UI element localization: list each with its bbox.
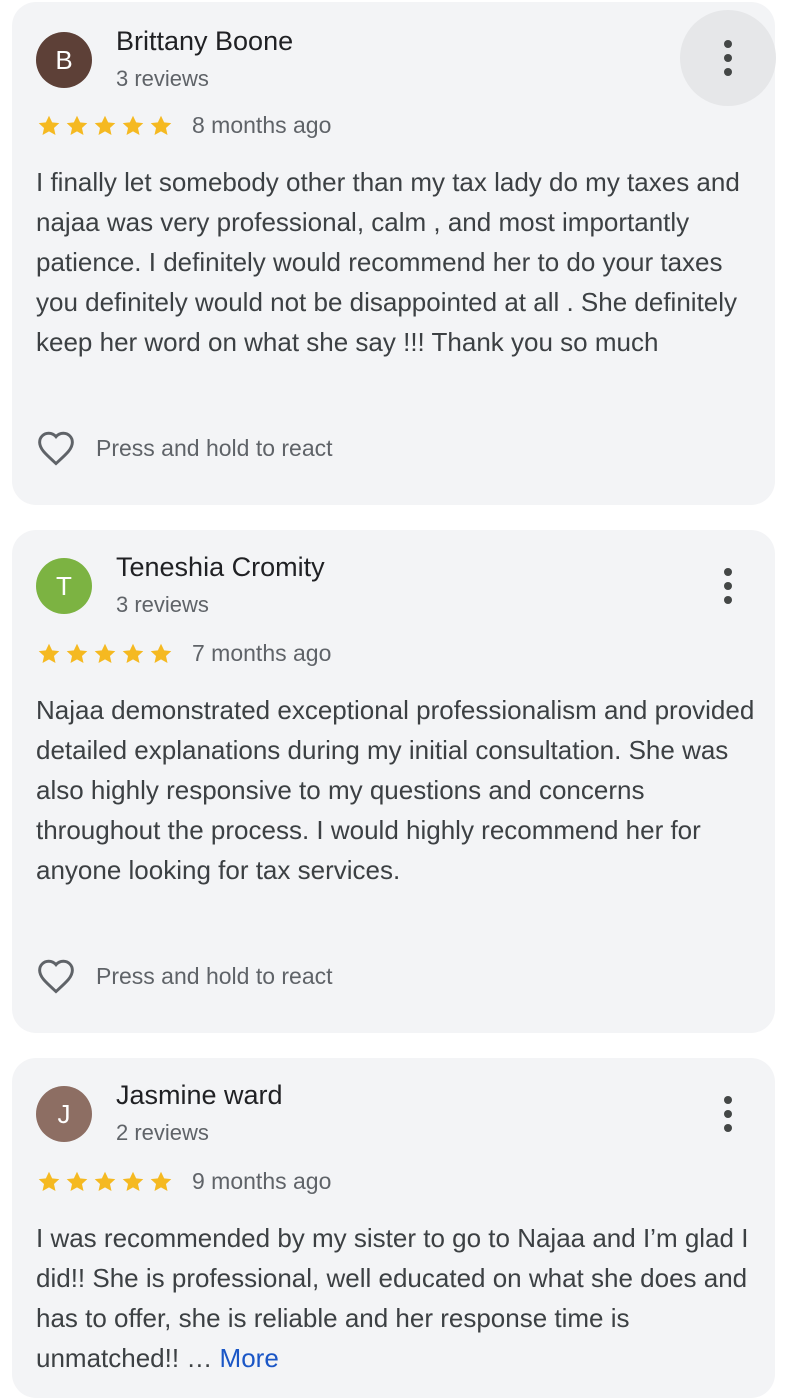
react-button[interactable]: Press and hold to react <box>36 430 333 466</box>
star-icon <box>150 115 172 135</box>
review-card: T Teneshia Cromity 3 reviews 7 months ag… <box>12 530 775 1033</box>
review-text: Najaa demonstrated exceptional professio… <box>36 695 755 885</box>
star-rating: 7 months ago <box>36 640 331 667</box>
star-rating: 9 months ago <box>36 1168 331 1195</box>
star-icon <box>122 1171 144 1191</box>
review-card: J Jasmine ward 2 reviews 9 months ago I … <box>12 1058 775 1398</box>
react-label: Press and hold to react <box>96 434 333 461</box>
review-text-body: I was recommended by my sister to go to … <box>36 1223 749 1373</box>
more-vert-icon <box>724 1096 732 1104</box>
star-icon <box>66 1171 88 1191</box>
stars <box>36 641 176 667</box>
more-options-button[interactable] <box>680 1066 776 1162</box>
more-options-button[interactable] <box>680 10 776 106</box>
reviewer-name[interactable]: Brittany Boone <box>116 26 293 57</box>
review-text: I finally let somebody other than my tax… <box>36 167 740 357</box>
star-icon <box>66 115 88 135</box>
star-rating: 8 months ago <box>36 112 331 139</box>
review-time: 8 months ago <box>192 112 332 138</box>
star-icon <box>94 643 116 663</box>
stars <box>36 1169 176 1195</box>
reviewer-review-count: 3 reviews <box>116 592 209 617</box>
reviewer-name[interactable]: Teneshia Cromity <box>116 552 325 583</box>
stars <box>36 113 176 139</box>
star-icon <box>38 643 60 663</box>
review-card: B Brittany Boone 3 reviews 8 months ago … <box>12 2 776 505</box>
more-vert-icon <box>724 568 732 576</box>
more-options-button[interactable] <box>680 538 776 634</box>
react-button[interactable]: Press and hold to react <box>36 958 333 994</box>
star-icon <box>122 643 144 663</box>
reviewer-review-count: 3 reviews <box>116 66 209 91</box>
avatar[interactable]: T <box>36 558 92 614</box>
avatar[interactable]: J <box>36 1086 92 1142</box>
star-icon <box>38 115 60 135</box>
heart-outline-icon <box>38 959 74 994</box>
star-icon <box>38 1171 60 1191</box>
review-time: 9 months ago <box>192 1168 332 1194</box>
react-label: Press and hold to react <box>96 962 333 989</box>
review-time: 7 months ago <box>192 640 332 666</box>
review-text: I was recommended by my sister to go to … <box>36 1218 761 1378</box>
star-icon <box>150 1171 172 1191</box>
star-icon <box>94 1171 116 1191</box>
reviewer-review-count: 2 reviews <box>116 1120 209 1145</box>
heart-outline-icon <box>38 431 74 466</box>
star-icon <box>66 643 88 663</box>
avatar[interactable]: B <box>36 32 92 88</box>
star-icon <box>122 115 144 135</box>
star-icon <box>150 643 172 663</box>
reviewer-name[interactable]: Jasmine ward <box>116 1080 283 1111</box>
more-vert-icon <box>724 40 732 48</box>
star-icon <box>94 115 116 135</box>
